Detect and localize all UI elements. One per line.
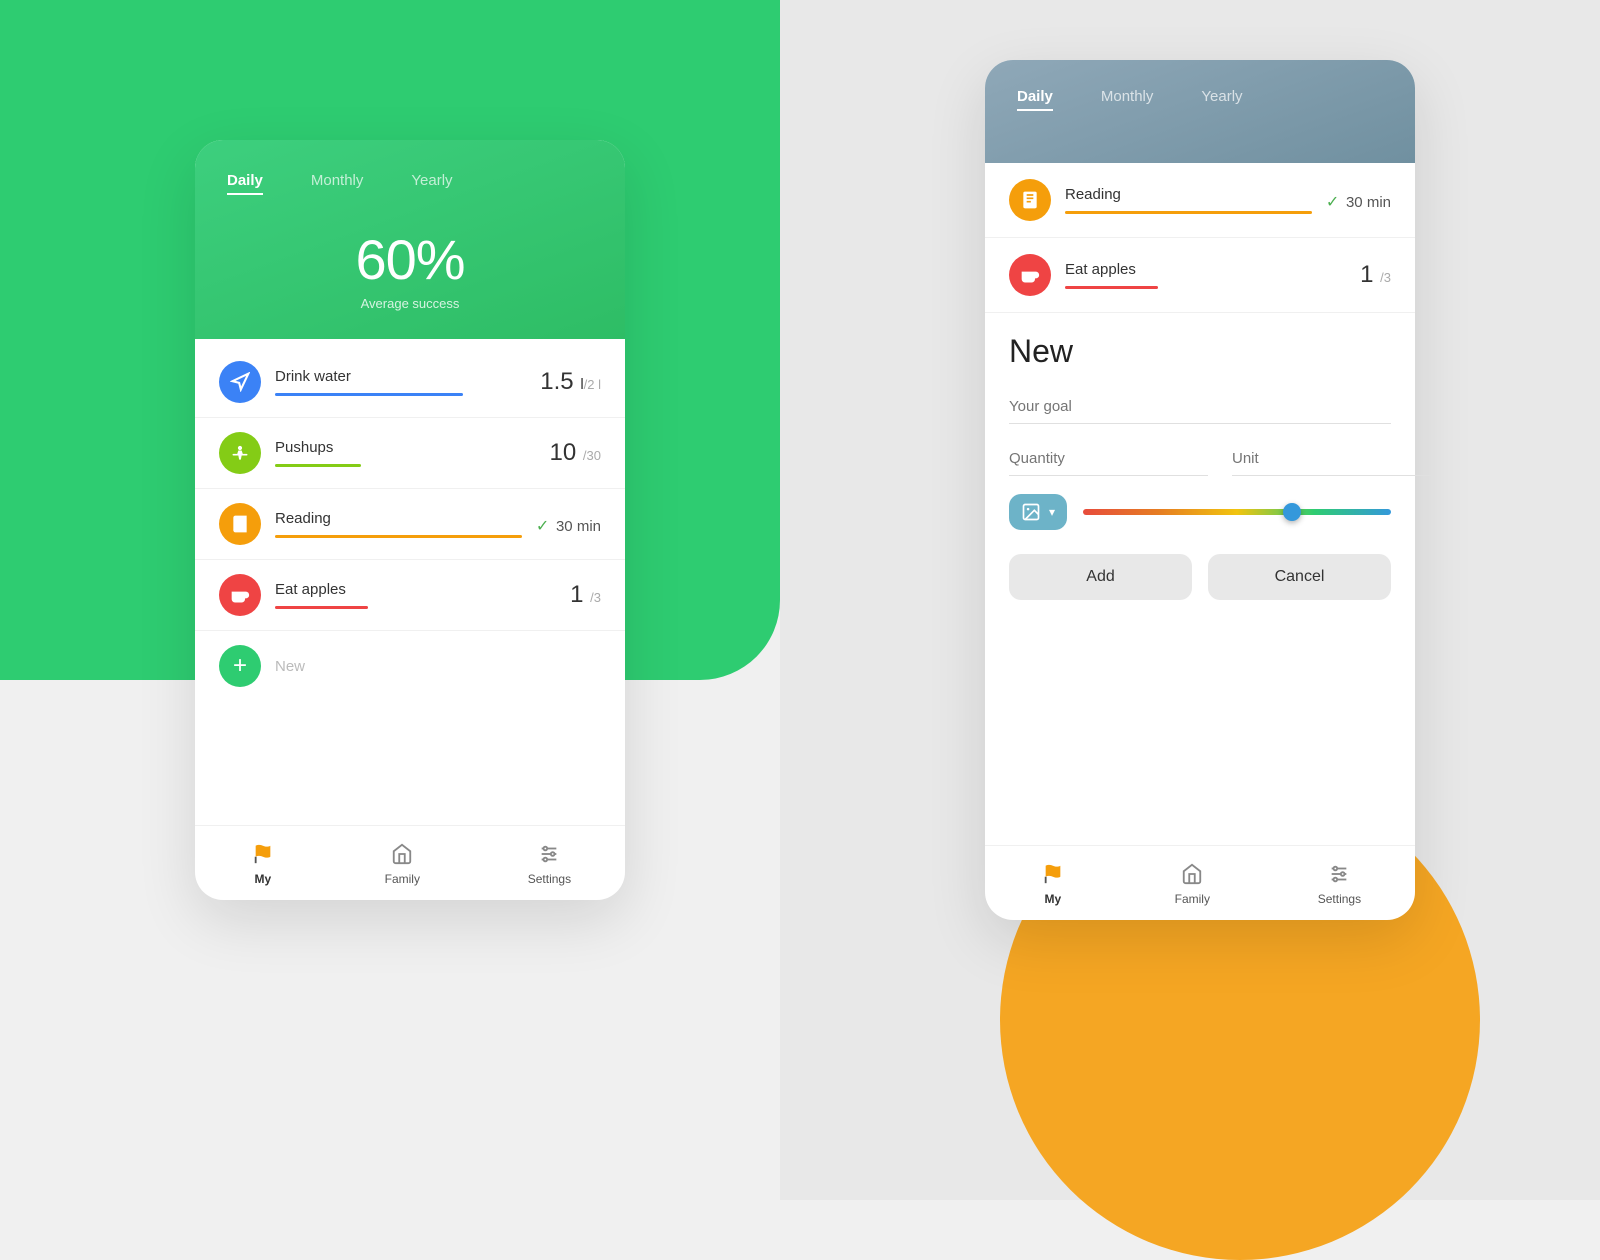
- nav-settings-right[interactable]: Settings: [1318, 860, 1361, 906]
- color-slider-thumb[interactable]: [1283, 503, 1301, 521]
- habit-icon-drink-water: [219, 361, 261, 403]
- habit-info-eat-apples-left: Eat apples: [275, 581, 556, 609]
- nav-label-family-right: Family: [1175, 892, 1210, 906]
- tab-daily-right[interactable]: Daily: [1017, 88, 1053, 111]
- habit-eat-apples-right: Eat apples 1 /3: [985, 238, 1415, 313]
- tab-monthly-left[interactable]: Monthly: [311, 172, 364, 195]
- new-habit-form: New ▾: [985, 313, 1415, 845]
- icon-picker-button[interactable]: ▾: [1009, 494, 1067, 530]
- habit-icon-eat-apples-right: [1009, 254, 1051, 296]
- habit-info-pushups: Pushups: [275, 439, 536, 467]
- cancel-button[interactable]: Cancel: [1208, 554, 1391, 600]
- nav-label-settings-left: Settings: [528, 872, 571, 886]
- form-button-row: Add Cancel: [1009, 554, 1391, 600]
- nav-label-my-right: My: [1045, 892, 1062, 906]
- habit-value-eat-apples-right: 1 /3: [1360, 261, 1391, 289]
- new-habit-item-left[interactable]: + New: [195, 631, 625, 701]
- nav-label-settings-right: Settings: [1318, 892, 1361, 906]
- progress-bar-eat-apples-right: [1065, 286, 1158, 289]
- nav-label-my-left: My: [255, 872, 272, 886]
- habit-value-drink-water: 1.5 l/2 l: [540, 368, 601, 396]
- quantity-unit-row: [1009, 442, 1391, 476]
- nav-label-family-left: Family: [385, 872, 420, 886]
- left-card-nav: My Family: [195, 825, 625, 900]
- habit-reading-left: Reading ✓ 30 min: [195, 489, 625, 560]
- habit-icon-reading-left: [219, 503, 261, 545]
- settings-icon-right: [1325, 860, 1353, 888]
- new-habit-circle-left: +: [219, 645, 261, 687]
- right-card: Daily Monthly Yearly Reading ✓ 30 min: [985, 60, 1415, 920]
- add-button[interactable]: Add: [1009, 554, 1192, 600]
- nav-settings-left[interactable]: Settings: [528, 840, 571, 886]
- progress-bar-reading-left: [275, 535, 522, 538]
- habit-info-drink-water: Drink water: [275, 368, 526, 396]
- right-card-header: Daily Monthly Yearly: [985, 60, 1415, 163]
- unit-input[interactable]: [1232, 442, 1431, 476]
- left-card-header: Daily Monthly Yearly 60% Average success: [195, 140, 625, 339]
- nav-my-right[interactable]: My: [1039, 860, 1067, 906]
- habit-icon-reading-right: [1009, 179, 1051, 221]
- nav-my-left[interactable]: My: [249, 840, 277, 886]
- flag-icon-right: [1039, 860, 1067, 888]
- habit-name-eat-apples-left: Eat apples: [275, 581, 556, 598]
- nav-family-left[interactable]: Family: [385, 840, 420, 886]
- flag-icon-left: [249, 840, 277, 868]
- habit-reading-right: Reading ✓ 30 min: [985, 163, 1415, 238]
- habit-name-reading-left: Reading: [275, 510, 522, 527]
- habit-info-reading-right: Reading: [1065, 186, 1312, 214]
- avg-success-label: Average success: [227, 296, 593, 311]
- left-card-body: Drink water 1.5 l/2 l Pushups 10 /3: [195, 339, 625, 900]
- right-tabs: Daily Monthly Yearly: [1017, 88, 1383, 111]
- goal-input[interactable]: [1009, 390, 1391, 424]
- habit-value-pushups: 10 /30: [550, 439, 601, 467]
- tab-daily-left[interactable]: Daily: [227, 172, 263, 195]
- habit-icon-eat-apples-left: [219, 574, 261, 616]
- home-icon-right: [1178, 860, 1206, 888]
- habit-drink-water: Drink water 1.5 l/2 l: [195, 347, 625, 418]
- habit-value-reading-right: ✓ 30 min: [1326, 186, 1391, 214]
- habit-eat-apples-left: Eat apples 1 /3: [195, 560, 625, 631]
- progress-bar-pushups: [275, 464, 361, 467]
- habit-name-eat-apples-right: Eat apples: [1065, 261, 1346, 278]
- left-tabs: Daily Monthly Yearly: [227, 172, 593, 195]
- new-habit-label-left: New: [275, 658, 305, 675]
- progress-bar-reading-right: [1065, 211, 1312, 214]
- tab-yearly-right[interactable]: Yearly: [1201, 88, 1242, 111]
- settings-icon-left: [535, 840, 563, 868]
- habit-name-reading-right: Reading: [1065, 186, 1312, 203]
- progress-bar-eat-apples-left: [275, 606, 368, 609]
- tab-monthly-right[interactable]: Monthly: [1101, 88, 1154, 111]
- tab-yearly-left[interactable]: Yearly: [411, 172, 452, 195]
- habit-name-pushups: Pushups: [275, 439, 536, 456]
- new-form-title: New: [1009, 333, 1391, 370]
- habit-name-drink-water: Drink water: [275, 368, 526, 385]
- home-icon-left: [388, 840, 416, 868]
- right-card-body: Reading ✓ 30 min Eat apples 1 /3: [985, 163, 1415, 920]
- habit-icon-pushups: [219, 432, 261, 474]
- right-card-nav: My Family: [985, 845, 1415, 920]
- habit-value-eat-apples-left: 1 /3: [570, 581, 601, 609]
- percent-display: 60%: [227, 227, 593, 292]
- color-slider-track: [1083, 509, 1391, 515]
- left-card: Daily Monthly Yearly 60% Average success…: [195, 140, 625, 900]
- habit-pushups: Pushups 10 /30: [195, 418, 625, 489]
- dropdown-arrow-icon: ▾: [1049, 505, 1055, 519]
- progress-bar-drink-water: [275, 393, 463, 396]
- quantity-input[interactable]: [1009, 442, 1208, 476]
- color-picker-row: ▾: [1009, 494, 1391, 530]
- habit-value-reading-left: ✓ 30 min: [536, 510, 601, 538]
- nav-family-right[interactable]: Family: [1175, 860, 1210, 906]
- habit-info-reading-left: Reading: [275, 510, 522, 538]
- image-icon: [1021, 502, 1041, 522]
- habit-info-eat-apples-right: Eat apples: [1065, 261, 1346, 289]
